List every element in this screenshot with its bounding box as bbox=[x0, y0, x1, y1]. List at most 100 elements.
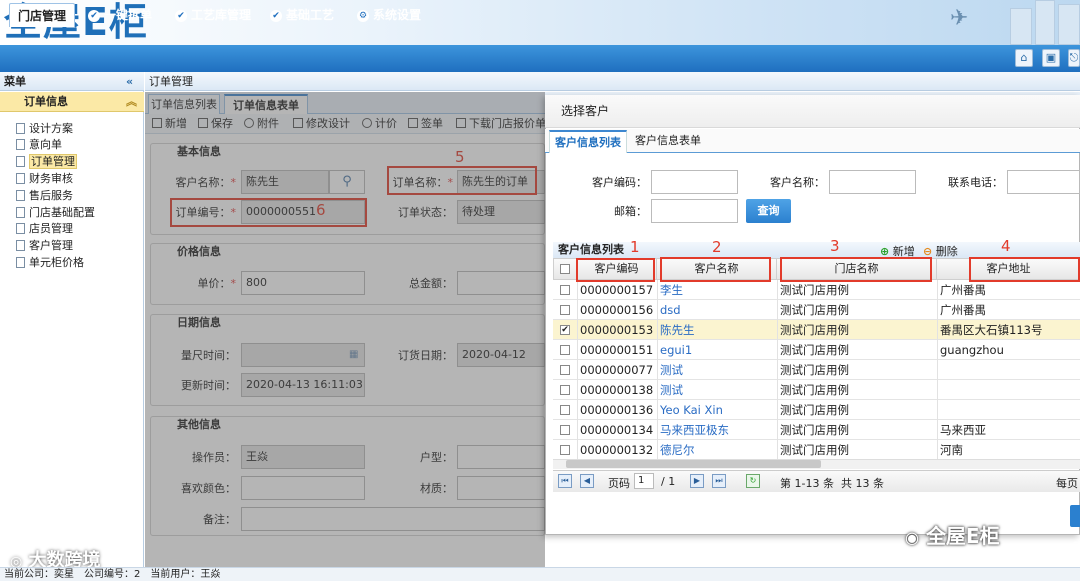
select-all-checkbox[interactable] bbox=[560, 264, 570, 274]
sidebar-item-order-mgmt[interactable]: 订单管理 bbox=[16, 154, 77, 170]
sidebar-group-order-info[interactable]: 订单信息 ︽ bbox=[0, 92, 144, 112]
table-row[interactable]: 0000000151 egui1 测试门店用例 guangzhou bbox=[553, 340, 1080, 360]
first-page-icon[interactable]: ⏮ bbox=[558, 474, 572, 488]
exit-icon[interactable]: ⎋ bbox=[1068, 49, 1080, 67]
cell-code: 0000000077 bbox=[580, 363, 654, 377]
cell-store: 测试门店用例 bbox=[780, 283, 849, 297]
menu-tab-settings[interactable]: ⚙ 系统设置 bbox=[357, 3, 421, 27]
code-search-input[interactable] bbox=[651, 170, 738, 194]
row-checkbox[interactable] bbox=[560, 445, 570, 455]
cell-name[interactable]: 德尼尔 bbox=[660, 440, 778, 460]
main-menu-bar bbox=[0, 45, 1080, 72]
cell-store: 测试门店用例 bbox=[780, 343, 849, 357]
sidebar-item-store-config[interactable]: 门店基础配置 bbox=[16, 205, 95, 221]
check-icon: ✔ bbox=[175, 9, 187, 22]
column-divider bbox=[657, 280, 658, 300]
sidebar-item-design[interactable]: 设计方案 bbox=[16, 121, 73, 137]
column-divider bbox=[577, 420, 578, 440]
annotation-number: 2 bbox=[712, 238, 722, 256]
column-divider bbox=[657, 440, 658, 460]
menu-tab-base-craft[interactable]: ✔ 基础工艺 bbox=[270, 3, 334, 27]
row-checkbox[interactable] bbox=[560, 365, 570, 375]
save-icon[interactable]: ▣ bbox=[1042, 49, 1060, 67]
table-row[interactable]: ✔ 0000000153 陈先生 测试门店用例 番禺区大石镇113号 bbox=[553, 320, 1080, 340]
sidebar-item-finance[interactable]: 财务审核 bbox=[16, 171, 73, 187]
menu-tab-craft-lib[interactable]: ✔ 工艺库管理 bbox=[175, 3, 251, 27]
cell-store: 测试门店用例 bbox=[780, 363, 849, 377]
cell-name[interactable]: 测试 bbox=[660, 380, 778, 400]
modal-backdrop bbox=[145, 92, 545, 567]
page-input[interactable]: 1 bbox=[634, 473, 654, 489]
cell-store: 测试门店用例 bbox=[780, 443, 849, 457]
column-divider bbox=[937, 380, 938, 400]
phone-search-input[interactable] bbox=[1007, 170, 1080, 194]
scrollbar-thumb[interactable] bbox=[566, 460, 821, 468]
gear-icon: ⚙ bbox=[357, 9, 369, 22]
document-icon bbox=[16, 240, 25, 251]
column-divider bbox=[577, 440, 578, 460]
query-button[interactable]: 查询 bbox=[746, 199, 791, 223]
sidebar-item-unit-price[interactable]: 单元柜价格 bbox=[16, 255, 84, 271]
cell-address: guangzhou bbox=[940, 343, 1004, 357]
column-divider bbox=[777, 420, 778, 440]
cell-store: 测试门店用例 bbox=[780, 423, 849, 437]
cell-code: 0000000157 bbox=[580, 283, 654, 297]
row-checkbox[interactable] bbox=[560, 345, 570, 355]
cell-code: 0000000151 bbox=[580, 343, 654, 357]
home-icon[interactable]: ⌂ bbox=[1015, 49, 1033, 67]
collapse-icon[interactable]: « bbox=[126, 72, 133, 91]
table-row[interactable]: 0000000134 马来西亚极东 测试门店用例 马来西亚 bbox=[553, 420, 1080, 440]
menu-tab-store[interactable]: 门店管理 bbox=[9, 3, 75, 27]
column-divider bbox=[777, 320, 778, 340]
table-row[interactable]: 0000000156 dsd 测试门店用例 广州番禺 bbox=[553, 300, 1080, 320]
column-divider bbox=[657, 380, 658, 400]
email-search-input[interactable] bbox=[651, 199, 738, 223]
prev-page-icon[interactable]: ◀ bbox=[580, 474, 594, 488]
cell-name[interactable]: 李生 bbox=[660, 280, 778, 300]
table-row[interactable]: 0000000077 测试 测试门店用例 bbox=[553, 360, 1080, 380]
next-page-icon[interactable]: ▶ bbox=[690, 474, 704, 488]
cell-code: 0000000153 bbox=[580, 323, 654, 337]
cell-name[interactable]: 马来西亚极东 bbox=[660, 420, 778, 440]
last-page-icon[interactable]: ⏭ bbox=[712, 474, 726, 488]
menu-tab-split[interactable]: ✔ 一键拆单 bbox=[88, 3, 152, 27]
column-divider bbox=[937, 360, 938, 380]
email-search-label: 邮箱： bbox=[614, 205, 647, 218]
confirm-button[interactable] bbox=[1070, 505, 1080, 527]
cell-name[interactable]: 测试 bbox=[660, 360, 778, 380]
column-divider bbox=[577, 280, 578, 300]
tab-customer-list[interactable]: 客户信息列表 bbox=[549, 130, 627, 153]
document-icon bbox=[16, 173, 25, 184]
cell-name[interactable]: egui1 bbox=[660, 340, 778, 360]
tab-customer-form[interactable]: 客户信息表单 bbox=[630, 130, 706, 153]
sidebar-item-aftersales[interactable]: 售后服务 bbox=[16, 188, 73, 204]
table-row[interactable]: 0000000136 Yeo Kai Xin 测试门店用例 bbox=[553, 400, 1080, 420]
page-label: 页码 bbox=[608, 477, 630, 490]
cell-name[interactable]: dsd bbox=[660, 300, 778, 320]
row-checkbox[interactable] bbox=[560, 305, 570, 315]
cell-name[interactable]: Yeo Kai Xin bbox=[660, 400, 778, 420]
cell-address bbox=[940, 360, 1080, 380]
cell-name[interactable]: 陈先生 bbox=[660, 320, 778, 340]
row-checkbox[interactable] bbox=[560, 405, 570, 415]
row-checkbox[interactable] bbox=[560, 385, 570, 395]
annotation-number: 4 bbox=[1001, 237, 1011, 255]
table-row[interactable]: 0000000157 李生 测试门店用例 广州番禺 bbox=[553, 280, 1080, 300]
refresh-icon[interactable]: ↻ bbox=[746, 474, 760, 488]
row-checkbox[interactable] bbox=[560, 285, 570, 295]
annotation-number: 1 bbox=[630, 238, 640, 256]
table-row[interactable]: 0000000138 测试 测试门店用例 bbox=[553, 380, 1080, 400]
cell-store: 测试门店用例 bbox=[780, 383, 849, 397]
row-checkbox[interactable] bbox=[560, 425, 570, 435]
document-icon bbox=[16, 190, 25, 201]
sidebar-item-staff[interactable]: 店员管理 bbox=[16, 221, 73, 237]
sidebar-item-customer[interactable]: 客户管理 bbox=[16, 238, 73, 254]
sidebar-item-intent[interactable]: 意向单 bbox=[16, 137, 62, 153]
cell-address: 河南 bbox=[940, 443, 963, 457]
document-icon bbox=[16, 156, 25, 167]
cell-code: 0000000138 bbox=[580, 383, 654, 397]
row-checkbox[interactable]: ✔ bbox=[560, 325, 570, 335]
table-row[interactable]: 0000000132 德尼尔 测试门店用例 河南 bbox=[553, 440, 1080, 460]
name-search-input[interactable] bbox=[829, 170, 916, 194]
chevron-up-icon[interactable]: ︽ bbox=[126, 92, 137, 112]
